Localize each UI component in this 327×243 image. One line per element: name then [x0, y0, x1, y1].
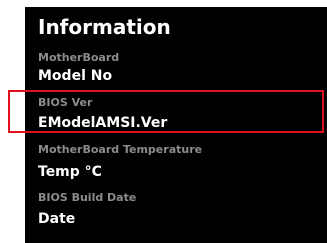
- bios-build-date-value: Date: [38, 211, 76, 227]
- bios-build-date-label: BIOS Build Date: [38, 191, 137, 204]
- panel-title: Information: [38, 15, 171, 39]
- motherboard-temperature-label: MotherBoard Temperature: [38, 143, 203, 156]
- motherboard-value: Model No: [38, 68, 113, 84]
- bios-ver-highlight-box: [8, 90, 324, 133]
- motherboard-temperature-value: Temp °C: [38, 164, 102, 180]
- motherboard-label: MotherBoard: [38, 51, 120, 64]
